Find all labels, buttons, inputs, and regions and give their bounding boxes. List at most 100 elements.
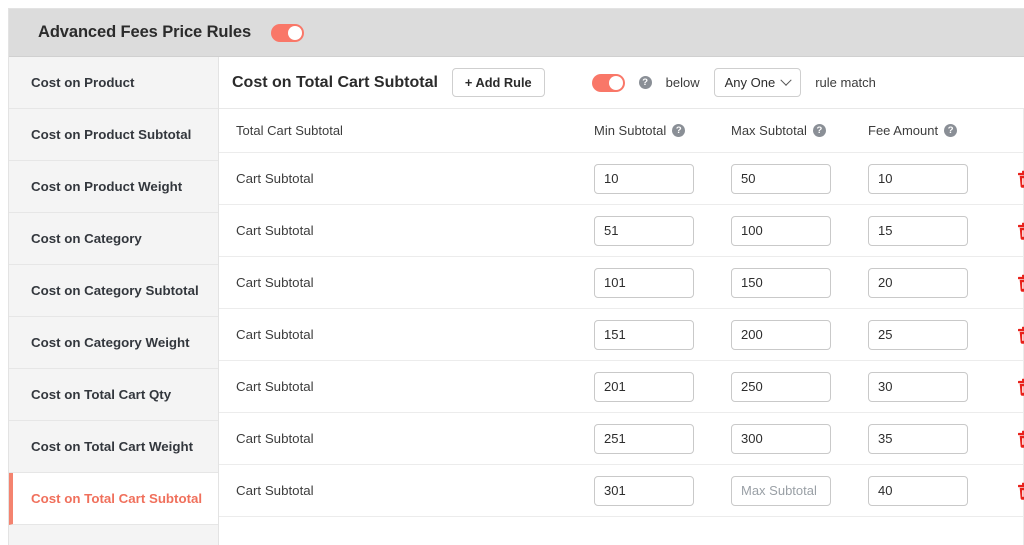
max-subtotal-input[interactable]	[731, 267, 831, 298]
fee-amount-input[interactable]	[868, 267, 968, 298]
max-subtotal-input[interactable]	[731, 319, 831, 350]
table-row: Cart Subtotal	[219, 205, 1024, 257]
rule-match-label: rule match	[815, 75, 876, 90]
column-header-max-label: Max Subtotal	[731, 123, 807, 138]
rule-name-cell: Cart Subtotal	[236, 274, 594, 292]
fee-amount-input[interactable]	[868, 215, 968, 246]
question-mark-icon[interactable]: ?	[638, 76, 652, 89]
min-subtotal-input[interactable]	[594, 371, 694, 402]
trash-icon[interactable]	[1017, 378, 1024, 396]
rule-name-label: Cart Subtotal	[236, 222, 314, 238]
sidebar-item-label: Cost on Category	[31, 231, 142, 246]
rule-name-cell: Cart Subtotal	[236, 378, 594, 396]
fee-amount-cell	[868, 475, 1005, 506]
question-mark-icon[interactable]: ?	[672, 124, 686, 137]
chevron-down-icon	[780, 74, 792, 86]
sidebar-item-label: Cost on Category Weight	[31, 335, 190, 350]
rules-content: Cost on Total Cart Subtotal + Add Rule ?…	[219, 57, 1024, 545]
min-subtotal-cell	[594, 267, 731, 298]
rule-match-toggle[interactable]	[591, 73, 625, 92]
trash-icon[interactable]	[1017, 430, 1024, 448]
rule-name-cell: Cart Subtotal	[236, 326, 594, 344]
rules-sidebar: Cost on Product Cost on Product Subtotal…	[9, 57, 219, 545]
sidebar-item-cost-on-product-weight[interactable]: Cost on Product Weight	[9, 161, 218, 213]
max-subtotal-input[interactable]	[731, 475, 831, 506]
panel-body: Cost on Product Cost on Product Subtotal…	[9, 57, 1024, 545]
sidebar-item-cost-on-product-subtotal[interactable]: Cost on Product Subtotal	[9, 109, 218, 161]
table-row: Cart Subtotal	[219, 413, 1024, 465]
sidebar-item-partial[interactable]	[9, 525, 218, 545]
table-row: Cart Subtotal	[219, 465, 1024, 517]
min-subtotal-input[interactable]	[594, 267, 694, 298]
rule-name-label: Cart Subtotal	[236, 430, 314, 446]
trash-icon[interactable]	[1017, 326, 1024, 344]
fee-amount-input[interactable]	[868, 423, 968, 454]
max-subtotal-cell	[731, 215, 868, 246]
column-header-min-label: Min Subtotal	[594, 123, 667, 138]
rule-name-cell: Cart Subtotal	[236, 170, 594, 188]
min-subtotal-input[interactable]	[594, 475, 694, 506]
min-subtotal-input[interactable]	[594, 163, 694, 194]
max-subtotal-cell	[731, 267, 868, 298]
fee-amount-cell	[868, 423, 1005, 454]
delete-cell	[1005, 378, 1024, 396]
advanced-fees-master-toggle[interactable]	[271, 23, 305, 42]
sidebar-item-cost-on-category[interactable]: Cost on Category	[9, 213, 218, 265]
max-subtotal-cell	[731, 423, 868, 454]
column-header-name: Total Cart Subtotal	[236, 123, 594, 138]
sidebar-item-cost-on-product[interactable]: Cost on Product	[9, 57, 218, 109]
min-subtotal-cell	[594, 423, 731, 454]
rule-name-label: Cart Subtotal	[236, 378, 314, 394]
sidebar-item-cost-on-total-cart-subtotal[interactable]: Cost on Total Cart Subtotal	[9, 473, 218, 525]
min-subtotal-input[interactable]	[594, 215, 694, 246]
fee-amount-input[interactable]	[868, 371, 968, 402]
fee-amount-cell	[868, 371, 1005, 402]
table-row: Cart Subtotal	[219, 153, 1024, 205]
trash-icon[interactable]	[1017, 274, 1024, 292]
rule-name-cell: Cart Subtotal	[236, 482, 594, 500]
max-subtotal-cell	[731, 319, 868, 350]
fee-amount-input[interactable]	[868, 475, 968, 506]
rule-name-label: Cart Subtotal	[236, 482, 314, 498]
delete-cell	[1005, 222, 1024, 240]
question-mark-icon[interactable]: ?	[944, 124, 958, 137]
sidebar-item-cost-on-total-cart-qty[interactable]: Cost on Total Cart Qty	[9, 369, 218, 421]
trash-icon[interactable]	[1017, 482, 1024, 500]
table-row: Cart Subtotal	[219, 361, 1024, 413]
min-subtotal-input[interactable]	[594, 319, 694, 350]
delete-cell	[1005, 274, 1024, 292]
min-subtotal-cell	[594, 163, 731, 194]
rule-match-select[interactable]: Any One	[713, 68, 802, 97]
sidebar-item-cost-on-category-weight[interactable]: Cost on Category Weight	[9, 317, 218, 369]
delete-cell	[1005, 326, 1024, 344]
max-subtotal-cell	[731, 371, 868, 402]
max-subtotal-input[interactable]	[731, 371, 831, 402]
max-subtotal-input[interactable]	[731, 423, 831, 454]
rule-name-cell: Cart Subtotal	[236, 430, 594, 448]
delete-cell	[1005, 170, 1024, 188]
sidebar-item-label: Cost on Total Cart Subtotal	[31, 491, 203, 506]
max-subtotal-input[interactable]	[731, 215, 831, 246]
fee-amount-cell	[868, 267, 1005, 298]
fee-amount-input[interactable]	[868, 319, 968, 350]
table-row: Cart Subtotal	[219, 257, 1024, 309]
toggle-knob	[288, 25, 303, 40]
fee-amount-input[interactable]	[868, 163, 968, 194]
min-subtotal-input[interactable]	[594, 423, 694, 454]
trash-icon[interactable]	[1017, 222, 1024, 240]
column-header-fee-label: Fee Amount	[868, 123, 939, 138]
table-header-row: Total Cart Subtotal Min Subtotal ? Max S…	[219, 109, 1024, 153]
trash-icon[interactable]	[1017, 170, 1024, 188]
question-mark-icon[interactable]: ?	[812, 124, 826, 137]
delete-cell	[1005, 430, 1024, 448]
min-subtotal-cell	[594, 215, 731, 246]
section-title: Cost on Total Cart Subtotal	[232, 73, 438, 91]
toggle-knob	[608, 75, 623, 90]
add-rule-button[interactable]: + Add Rule	[451, 68, 545, 97]
panel-header: Advanced Fees Price Rules	[9, 9, 1024, 57]
max-subtotal-input[interactable]	[731, 163, 831, 194]
max-subtotal-cell	[731, 163, 868, 194]
sidebar-item-cost-on-category-subtotal[interactable]: Cost on Category Subtotal	[9, 265, 218, 317]
sidebar-item-cost-on-total-cart-weight[interactable]: Cost on Total Cart Weight	[9, 421, 218, 473]
rule-name-label: Cart Subtotal	[236, 326, 314, 342]
